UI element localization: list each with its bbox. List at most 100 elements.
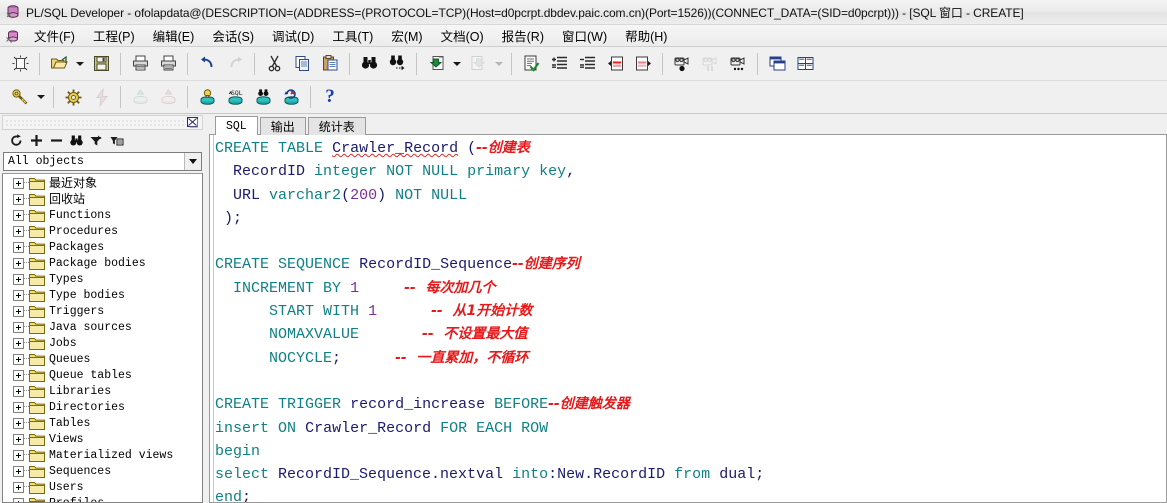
tab-statistics[interactable]: 统计表: [307, 117, 366, 135]
menu-item-file[interactable]: 文件(F): [25, 24, 84, 47]
object-properties-icon[interactable]: [108, 132, 125, 149]
expand-node-icon[interactable]: [13, 337, 24, 349]
rollback-icon[interactable]: [155, 84, 181, 110]
rollback-database-icon[interactable]: [278, 84, 304, 110]
find-object-icon[interactable]: [68, 132, 85, 149]
undo-icon[interactable]: [194, 51, 220, 77]
expand-node-icon[interactable]: [13, 385, 24, 397]
uncomment-icon[interactable]: [630, 51, 656, 77]
tree-node[interactable]: Jobs: [3, 335, 202, 351]
tile-windows-icon[interactable]: [792, 51, 818, 77]
tab-sql[interactable]: SQL: [215, 116, 258, 136]
tree-node[interactable]: 回收站: [3, 191, 202, 207]
tree-node[interactable]: Queues: [3, 351, 202, 367]
sql-source-text[interactable]: CREATE TABLE Crawler_Record (--创建表 Recor…: [215, 137, 1166, 502]
session-info-icon[interactable]: [194, 84, 220, 110]
sql-window-icon[interactable]: SQL: [222, 84, 248, 110]
outdent-icon[interactable]: [574, 51, 600, 77]
tree-node[interactable]: Views: [3, 431, 202, 447]
menu-item-help[interactable]: 帮助(H): [616, 24, 676, 47]
tree-node[interactable]: Directories: [3, 399, 202, 415]
tree-node[interactable]: Type bodies: [3, 287, 202, 303]
expand-node-icon[interactable]: [13, 401, 24, 413]
help-button[interactable]: ?: [317, 84, 343, 110]
menu-item-documents[interactable]: 文档(O): [432, 24, 493, 47]
tree-node[interactable]: Packages: [3, 239, 202, 255]
find-icon[interactable]: [356, 51, 382, 77]
expand-node-icon[interactable]: [13, 369, 24, 381]
previous-window-dropdown-icon[interactable]: [450, 51, 463, 77]
collapse-all-icon[interactable]: [48, 132, 65, 149]
log-on-icon[interactable]: [7, 84, 33, 110]
menu-item-macro[interactable]: 宏(M): [382, 24, 431, 47]
expand-all-icon[interactable]: [28, 132, 45, 149]
filter-icon[interactable]: [88, 132, 105, 149]
tree-node[interactable]: Procedures: [3, 223, 202, 239]
tree-node[interactable]: Queue tables: [3, 367, 202, 383]
object-tree[interactable]: 最近对象 回收站 Functions Procedures Packages Packag…: [2, 173, 203, 503]
expand-node-icon[interactable]: [13, 289, 24, 301]
menu-item-debug[interactable]: 调试(D): [263, 24, 323, 47]
macro-play-icon[interactable]: [725, 51, 751, 77]
execute-icon[interactable]: [60, 84, 86, 110]
print-icon[interactable]: [127, 51, 153, 77]
tree-node[interactable]: Java sources: [3, 319, 202, 335]
commit-icon[interactable]: [127, 84, 153, 110]
tree-node[interactable]: Libraries: [3, 383, 202, 399]
tree-node[interactable]: Package bodies: [3, 255, 202, 271]
tree-node[interactable]: 最近对象: [3, 175, 202, 191]
tree-node[interactable]: Sequences: [3, 463, 202, 479]
expand-node-icon[interactable]: [13, 273, 24, 285]
tree-node[interactable]: Materialized views: [3, 447, 202, 463]
browser-drag-handle[interactable]: [2, 115, 203, 130]
chevron-down-icon[interactable]: [184, 153, 201, 171]
tree-node[interactable]: Tables: [3, 415, 202, 431]
expand-node-icon[interactable]: [13, 209, 24, 221]
expand-node-icon[interactable]: [13, 177, 24, 189]
expand-node-icon[interactable]: [13, 225, 24, 237]
cut-icon[interactable]: [261, 51, 287, 77]
menu-item-reports[interactable]: 报告(R): [493, 24, 553, 47]
tab-output[interactable]: 输出: [259, 117, 306, 135]
menu-item-tools[interactable]: 工具(T): [323, 24, 382, 47]
menu-item-edit[interactable]: 编辑(E): [144, 24, 204, 47]
sql-editor-area[interactable]: CREATE TABLE Crawler_Record (--创建表 Recor…: [209, 135, 1167, 503]
tree-node[interactable]: Functions: [3, 207, 202, 223]
find-next-icon[interactable]: [384, 51, 410, 77]
open-file-icon[interactable]: [46, 51, 72, 77]
object-filter-select[interactable]: All objects: [3, 152, 202, 172]
indent-icon[interactable]: [546, 51, 572, 77]
new-window-icon[interactable]: [7, 51, 33, 77]
menu-item-window[interactable]: 窗口(W): [553, 24, 616, 47]
menu-item-project[interactable]: 工程(P): [84, 24, 144, 47]
open-file-dropdown-icon[interactable]: [73, 51, 86, 77]
expand-node-icon[interactable]: [13, 481, 24, 493]
menu-item-session[interactable]: 会话(S): [203, 24, 263, 47]
expand-node-icon[interactable]: [13, 353, 24, 365]
tree-node[interactable]: Triggers: [3, 303, 202, 319]
tree-node[interactable]: Types: [3, 271, 202, 287]
refresh-icon[interactable]: [8, 132, 25, 149]
expand-node-icon[interactable]: [13, 449, 24, 461]
print-preview-icon[interactable]: [155, 51, 181, 77]
find-database-objects-icon[interactable]: [250, 84, 276, 110]
copy-icon[interactable]: [289, 51, 315, 77]
close-panel-icon[interactable]: [186, 116, 200, 129]
paste-icon[interactable]: [317, 51, 343, 77]
cascade-windows-icon[interactable]: [764, 51, 790, 77]
expand-node-icon[interactable]: [13, 497, 24, 503]
expand-node-icon[interactable]: [13, 241, 24, 253]
macro-record-icon[interactable]: [669, 51, 695, 77]
expand-node-icon[interactable]: [13, 257, 24, 269]
tree-node[interactable]: Users: [3, 479, 202, 495]
previous-window-icon[interactable]: [423, 51, 449, 77]
expand-node-icon[interactable]: [13, 433, 24, 445]
expand-node-icon[interactable]: [13, 321, 24, 333]
comment-icon[interactable]: [602, 51, 628, 77]
expand-node-icon[interactable]: [13, 465, 24, 477]
syntax-check-icon[interactable]: [518, 51, 544, 77]
save-icon[interactable]: [88, 51, 114, 77]
expand-node-icon[interactable]: [13, 417, 24, 429]
tree-node[interactable]: Profiles: [3, 495, 202, 503]
log-on-dropdown-icon[interactable]: [34, 84, 47, 110]
